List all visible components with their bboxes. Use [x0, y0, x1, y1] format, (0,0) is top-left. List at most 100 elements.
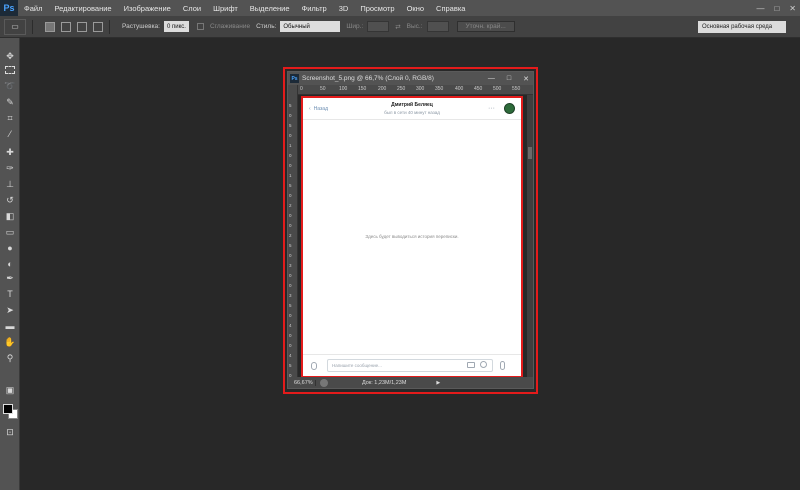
height-input[interactable] — [426, 21, 449, 32]
microphone-icon[interactable] — [500, 361, 505, 370]
avatar[interactable] — [504, 103, 515, 114]
ruler-tick: 5 — [289, 243, 292, 248]
lasso-tool-icon[interactable]: ➰ — [4, 80, 16, 92]
vertical-scrollbar[interactable] — [527, 95, 533, 377]
menu-3d[interactable]: 3D — [333, 4, 355, 13]
menu-help[interactable]: Справка — [430, 4, 471, 13]
scrollbar-thumb[interactable] — [528, 147, 532, 159]
ruler-tick: 2 — [289, 203, 292, 208]
canvas-image[interactable]: ‹ Назад Дмитрий Беляец был в сети 40 мин… — [301, 96, 523, 378]
new-selection-icon[interactable] — [45, 21, 55, 32]
workspace-select[interactable]: Основная рабочая среда — [698, 21, 786, 33]
shape-tool-icon[interactable]: ▬ — [4, 320, 16, 332]
divider — [109, 19, 110, 34]
hand-tool-icon[interactable]: ✋ — [4, 336, 16, 348]
dodge-tool-icon[interactable]: ◐ — [4, 258, 16, 270]
ruler-tick: 450 — [474, 86, 483, 92]
intersect-selection-icon[interactable] — [93, 21, 103, 32]
ruler-tick: 0 — [300, 86, 303, 92]
quick-select-icon[interactable]: ✎ — [4, 96, 16, 108]
width-input[interactable] — [367, 21, 390, 32]
ruler-tick: 100 — [339, 86, 348, 92]
share-icon[interactable] — [320, 378, 328, 387]
ruler-tick: 5 — [289, 183, 292, 188]
marquee-preset-icon[interactable]: ▭ — [4, 18, 26, 35]
document-size: Док: 1,23M/1,23M — [362, 379, 407, 386]
close-icon[interactable]: ✕ — [789, 4, 796, 13]
document-title-bar[interactable]: Ps Screenshot_5.png @ 66,7% (Слой 0, RGB… — [288, 72, 533, 85]
menu-filter[interactable]: Фильтр — [296, 4, 333, 13]
screen-mode-icon[interactable]: ⊡ — [4, 426, 16, 438]
ruler-tick: 500 — [493, 86, 502, 92]
chat-header: ‹ Назад Дмитрий Беляец был в сети 40 мин… — [303, 98, 521, 120]
style-label: Стиль: — [256, 23, 277, 30]
menu-type[interactable]: Шрифт — [207, 4, 244, 13]
refine-edge-button[interactable]: Уточн. край... — [456, 21, 515, 32]
ruler-tick: 0 — [289, 153, 292, 158]
empty-history-text: Здесь будет выводиться история переписки… — [365, 234, 459, 239]
add-selection-icon[interactable] — [61, 21, 71, 32]
style-select[interactable]: Обычный — [280, 21, 341, 32]
path-select-icon[interactable]: ➤ — [4, 304, 16, 316]
gradient-tool-icon[interactable]: ▭ — [4, 226, 16, 238]
feather-input[interactable]: 0 пикс. — [163, 21, 189, 32]
menu-select[interactable]: Выделение — [244, 4, 296, 13]
ruler-tick: 0 — [289, 193, 292, 198]
ruler-tick: 4 — [289, 353, 292, 358]
ruler-tick: 0 — [289, 273, 292, 278]
emoji-icon[interactable] — [480, 361, 487, 368]
ruler-tick: 1 — [289, 173, 292, 178]
crop-tool-icon[interactable]: ⌗ — [4, 112, 16, 124]
menu-window[interactable]: Окно — [401, 4, 430, 13]
marquee-tool-icon[interactable] — [5, 66, 15, 74]
more-icon[interactable]: ··· — [488, 105, 495, 112]
ruler-tick: 0 — [289, 343, 292, 348]
menu-image[interactable]: Изображение — [118, 4, 177, 13]
attach-icon[interactable] — [311, 362, 317, 370]
ruler-tick: 4 — [289, 323, 292, 328]
quick-mask-icon[interactable]: ▣ — [4, 384, 16, 396]
swap-icon[interactable]: ⇄ — [395, 23, 400, 31]
ruler-tick: 0 — [289, 313, 292, 318]
menu-edit[interactable]: Редактирование — [48, 4, 117, 13]
menu-file[interactable]: Файл — [18, 4, 48, 13]
horizontal-ruler[interactable]: 0 50 100 150 200 250 300 350 400 450 500… — [298, 85, 533, 95]
pen-tool-icon[interactable]: ✒ — [4, 272, 16, 284]
ruler-tick: 0 — [289, 113, 292, 118]
ruler-tick: 0 — [289, 283, 292, 288]
minimize-icon[interactable]: — — [756, 4, 764, 13]
tools-panel: ✥ ➰ ✎ ⌗ ⁄ ✚ ✑ ⊥ ↺ ◧ ▭ ● ◐ ✒ T ➤ ▬ ✋ ⚲ ▣ … — [0, 38, 20, 490]
menu-layers[interactable]: Слои — [177, 4, 207, 13]
doc-maximize-icon[interactable]: □ — [507, 75, 511, 82]
ruler-origin[interactable] — [288, 85, 298, 95]
eyedropper-icon[interactable]: ⁄ — [4, 128, 16, 140]
move-tool-icon[interactable]: ✥ — [4, 50, 16, 62]
ruler-tick: 350 — [435, 86, 444, 92]
antialias-checkbox[interactable] — [196, 23, 204, 30]
type-tool-icon[interactable]: T — [4, 288, 16, 300]
options-bar: ▭ Растушевка: 0 пикс. Сглаживание Стиль:… — [0, 16, 800, 38]
zoom-tool-icon[interactable]: ⚲ — [4, 352, 16, 364]
zoom-level[interactable]: 66,67% — [288, 379, 316, 386]
foreground-color-swatch[interactable] — [3, 404, 13, 414]
maximize-icon[interactable]: □ — [774, 4, 779, 13]
doc-minimize-icon[interactable]: — — [488, 75, 495, 82]
brush-tool-icon[interactable]: ✑ — [4, 162, 16, 174]
eraser-tool-icon[interactable]: ◧ — [4, 210, 16, 222]
status-menu-arrow-icon[interactable]: ▶ — [436, 380, 440, 386]
blur-tool-icon[interactable]: ● — [4, 242, 16, 254]
subtract-selection-icon[interactable] — [77, 21, 87, 32]
menu-bar: Ps Файл Редактирование Изображение Слои … — [0, 0, 800, 16]
ruler-tick: 0 — [289, 333, 292, 338]
ruler-tick: 2 — [289, 233, 292, 238]
doc-close-icon[interactable]: ✕ — [523, 75, 529, 83]
history-brush-icon[interactable]: ↺ — [4, 194, 16, 206]
ruler-tick: 550 — [512, 86, 521, 92]
menu-view[interactable]: Просмотр — [354, 4, 400, 13]
vertical-ruler[interactable]: 5050100150200250300350400450 — [288, 95, 298, 378]
document-title: Screenshot_5.png @ 66,7% (Слой 0, RGB/8) — [302, 75, 434, 82]
healing-brush-icon[interactable]: ✚ — [4, 146, 16, 158]
stamp-tool-icon[interactable]: ⊥ — [4, 178, 16, 190]
ruler-tick: 400 — [455, 86, 464, 92]
camera-icon[interactable] — [467, 362, 475, 368]
